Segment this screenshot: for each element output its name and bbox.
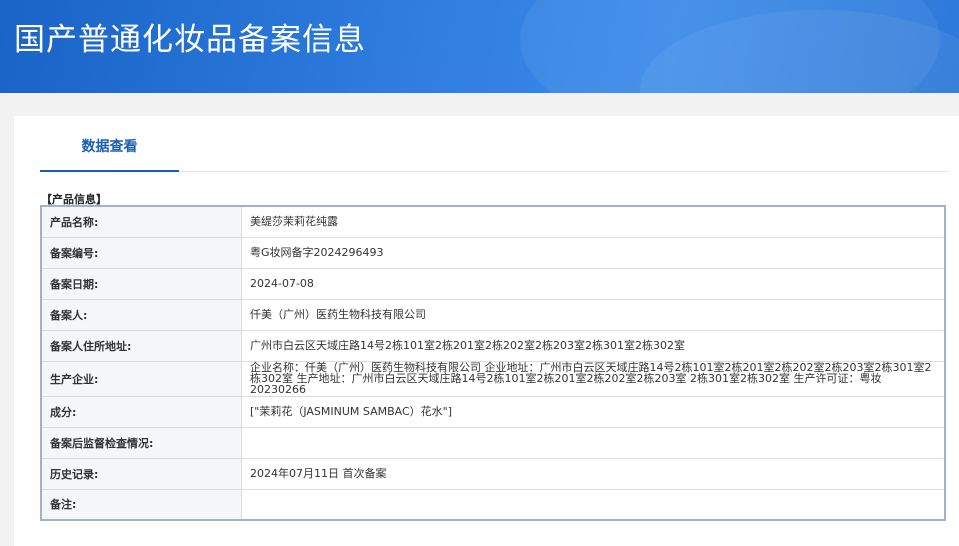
row-value: 仟美（广州）医药生物科技有限公司 (241, 298, 946, 331)
row-label: 生产企业: (40, 360, 242, 397)
table-row: 产品名称: 美缇莎茉莉花纯露 (40, 205, 946, 238)
row-value: 企业名称：仟美（广州）医药生物科技有限公司 企业地址：广州市白云区天域庄路14号… (241, 360, 946, 397)
row-label: 备案日期: (40, 267, 242, 300)
row-value: 广州市白云区天域庄路14号2栋101室2栋201室2栋202室2栋203室2栋3… (241, 329, 946, 362)
row-value (241, 426, 946, 459)
page-title: 国产普通化妆品备案信息 (14, 22, 366, 58)
table-row: 历史记录: 2024年07月11日 首次备案 (40, 457, 946, 490)
table-row: 备案人住所地址: 广州市白云区天域庄路14号2栋101室2栋201室2栋202室… (40, 329, 946, 362)
row-value: 粤G妆网备字2024296493 (241, 236, 946, 269)
row-value: 美缇莎茉莉花纯露 (241, 205, 946, 238)
table-row: 成分: ["茉莉花（JASMINUM SAMBAC）花水"] (40, 395, 946, 428)
row-label: 备案编号: (40, 236, 242, 269)
row-value: 2024-07-08 (241, 267, 946, 300)
tab-data-view[interactable]: 数据查看 (40, 116, 179, 172)
table-row: 备案日期: 2024-07-08 (40, 267, 946, 300)
row-value (241, 488, 946, 521)
row-label: 备案人: (40, 298, 242, 331)
table-row: 备案人: 仟美（广州）医药生物科技有限公司 (40, 298, 946, 331)
content-card: 数据查看 【产品信息】 产品名称: 美缇莎茉莉花纯露 备案编号: 粤G妆网备字2… (14, 116, 959, 546)
table-row: 备案编号: 粤G妆网备字2024296493 (40, 236, 946, 269)
table-row: 备注: (40, 488, 946, 521)
product-info-table: 产品名称: 美缇莎茉莉花纯露 备案编号: 粤G妆网备字2024296493 备案… (40, 205, 946, 521)
row-label: 成分: (40, 395, 242, 428)
row-label: 备案后监督检查情况: (40, 426, 242, 459)
page-header: 国产普通化妆品备案信息 (0, 0, 959, 93)
row-label: 产品名称: (40, 205, 242, 238)
row-label: 备注: (40, 488, 242, 521)
table-row: 备案后监督检查情况: (40, 426, 946, 459)
table-row: 生产企业: 企业名称：仟美（广州）医药生物科技有限公司 企业地址：广州市白云区天… (40, 360, 946, 397)
tab-bar: 数据查看 (40, 116, 948, 172)
row-label: 备案人住所地址: (40, 329, 242, 362)
row-label: 历史记录: (40, 457, 242, 490)
row-value: ["茉莉花（JASMINUM SAMBAC）花水"] (241, 395, 946, 428)
row-value: 2024年07月11日 首次备案 (241, 457, 946, 490)
